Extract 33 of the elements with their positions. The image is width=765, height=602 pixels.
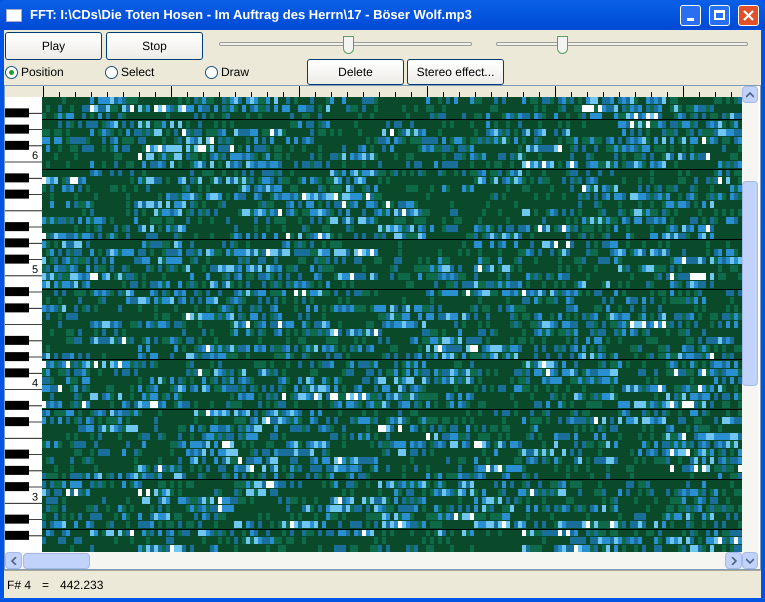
playback-button[interactable]: Stop [106, 32, 203, 60]
radio-button[interactable] [5, 66, 18, 78]
action-button[interactable]: Stereo effect... [407, 59, 504, 85]
scroll-down-button[interactable] [742, 552, 758, 569]
octave-label: 4 [32, 378, 38, 390]
mode-radio[interactable]: Draw [204, 63, 304, 81]
playback-button[interactable]: Play [5, 32, 102, 60]
window-icon [6, 8, 22, 22]
frequency-value: 442.233 [60, 576, 104, 594]
slider-thumb[interactable] [556, 36, 568, 54]
radio-button[interactable] [205, 66, 218, 78]
scroll-up-button[interactable] [742, 86, 758, 103]
octave-label: 5 [32, 264, 38, 276]
window-title: FFT: I:\CDs\Die Toten Hosen - Im Auftrag des Herrn\17 - Böser Wolf.mp3 [30, 6, 473, 24]
minimize-button[interactable] [680, 4, 701, 26]
octave-label: 6 [32, 150, 38, 162]
close-icon [743, 10, 754, 20]
mode-radio[interactable]: Position [4, 63, 104, 81]
scroll-right-button[interactable] [725, 552, 742, 569]
octave-label: 3 [32, 491, 38, 504]
scroll-thumb[interactable] [23, 552, 90, 568]
equals-sign: = [42, 576, 50, 594]
vertical-scrollbar[interactable] [742, 86, 758, 569]
close-button[interactable] [738, 4, 759, 26]
action-button[interactable]: Delete [307, 59, 404, 85]
maximize-button[interactable] [709, 4, 730, 26]
note-name: F# 4 [7, 576, 32, 594]
slider-thumb[interactable] [342, 36, 354, 54]
scroll-thumb[interactable] [742, 181, 758, 386]
horizontal-scrollbar[interactable] [5, 552, 742, 569]
mode-radio[interactable]: Select [104, 63, 204, 81]
scroll-left-button[interactable] [5, 552, 22, 569]
radio-button[interactable] [105, 66, 118, 78]
